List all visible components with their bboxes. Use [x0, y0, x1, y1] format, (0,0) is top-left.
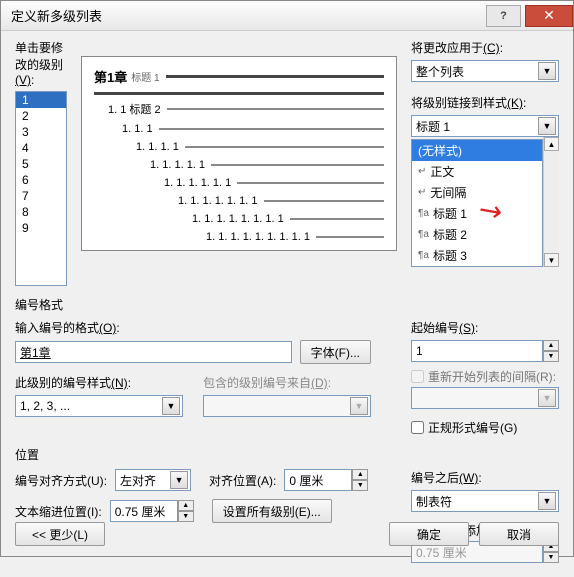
number-format-label: 输入编号的格式(O):	[15, 319, 371, 336]
spin-down-icon[interactable]: ▼	[352, 480, 368, 491]
chevron-down-icon: ▼	[170, 471, 188, 489]
titlebar: 定义新多级列表 ? ✕	[1, 1, 573, 31]
start-at-label: 起始编号(S):	[411, 319, 559, 336]
level-item[interactable]: 2	[16, 108, 66, 124]
style-option[interactable]: (无样式)	[412, 140, 542, 161]
level-item[interactable]: 4	[16, 140, 66, 156]
include-level-label: 包含的级别编号来自(D):	[203, 374, 371, 391]
style-option[interactable]: ¶a标题 2	[412, 224, 542, 245]
legal-format-checkbox[interactable]: 正规形式编号(G)	[411, 419, 559, 436]
scroll-down-icon[interactable]: ▼	[544, 253, 559, 267]
chevron-down-icon: ▼	[538, 117, 556, 135]
apply-to-label: 将更改应用于(C):	[411, 39, 559, 56]
start-at-spinner[interactable]: ▲▼	[411, 340, 559, 362]
paragraph-mark-icon: ¶a	[418, 229, 429, 240]
align-at-spinner[interactable]: ▲▼	[284, 469, 368, 491]
spin-up-icon[interactable]: ▲	[178, 500, 194, 511]
spin-up-icon[interactable]: ▲	[543, 340, 559, 351]
number-style-label: 此级别的编号样式(N):	[15, 374, 183, 391]
align-at-input[interactable]	[284, 469, 352, 491]
start-at-input[interactable]	[411, 340, 543, 362]
chevron-down-icon: ▼	[538, 62, 556, 80]
level-label: 单击要修改的级别(V):	[15, 39, 67, 87]
level-item[interactable]: 6	[16, 172, 66, 188]
follow-label: 编号之后(W):	[411, 469, 559, 486]
less-button[interactable]: << 更少(L)	[15, 522, 105, 546]
number-style-select[interactable]: 1, 2, 3, ...▼	[15, 395, 183, 417]
ok-button[interactable]: 确定	[389, 522, 469, 546]
level-item[interactable]: 1	[16, 92, 66, 108]
style-option[interactable]: ↵无间隔	[412, 182, 542, 203]
paragraph-mark-icon: ¶a	[418, 208, 429, 219]
level-item[interactable]: 7	[16, 188, 66, 204]
spin-down-icon[interactable]: ▼	[178, 511, 194, 522]
include-level-select: ▼	[203, 395, 371, 417]
paragraph-mark-icon: ¶a	[418, 250, 429, 261]
restart-checkbox: 重新开始列表的间隔(R):	[411, 368, 559, 385]
apply-to-select[interactable]: 整个列表▼	[411, 60, 559, 82]
chevron-down-icon: ▼	[162, 397, 180, 415]
style-dropdown-list[interactable]: (无样式) ↵正文 ↵无间隔 ¶a标题 1 ¶a标题 2 ¶a标题 3	[411, 139, 543, 267]
indent-input[interactable]	[110, 500, 178, 522]
scrollbar[interactable]: ▲ ▼	[543, 137, 559, 267]
set-all-levels-button[interactable]: 设置所有级别(E)...	[212, 499, 332, 523]
align-select[interactable]: 左对齐▼	[115, 469, 191, 491]
close-button[interactable]: ✕	[525, 5, 573, 27]
paragraph-icon: ↵	[418, 187, 426, 198]
indent-label: 文本缩进位置(I):	[15, 503, 102, 520]
help-button[interactable]: ?	[486, 5, 521, 27]
link-style-select[interactable]: 标题 1▼	[411, 115, 559, 137]
level-item[interactable]: 5	[16, 156, 66, 172]
indent-spinner[interactable]: ▲▼	[110, 500, 194, 522]
paragraph-icon: ↵	[418, 166, 426, 177]
level-listbox[interactable]: 1 2 3 4 5 6 7 8 9	[15, 91, 67, 286]
chevron-down-icon: ▼	[350, 397, 368, 415]
spin-up-icon[interactable]: ▲	[352, 469, 368, 480]
level-item[interactable]: 8	[16, 204, 66, 220]
link-style-label: 将级别链接到样式(K):	[411, 94, 559, 111]
align-label: 编号对齐方式(U):	[15, 472, 107, 489]
chevron-down-icon: ▼	[538, 389, 556, 407]
number-format-input[interactable]	[15, 341, 292, 363]
style-option[interactable]: ↵正文	[412, 161, 542, 182]
level-item[interactable]: 9	[16, 220, 66, 236]
restart-select: ▼	[411, 387, 559, 409]
follow-select[interactable]: 制表符▼	[411, 490, 559, 512]
number-format-group: 编号格式	[15, 296, 559, 313]
style-option[interactable]: ¶a标题 1	[412, 203, 542, 224]
dialog-title: 定义新多级列表	[11, 6, 486, 25]
preview-pane: 第1章标题 1 1. 1 标题 2 1. 1. 1 1. 1. 1. 1 1. …	[81, 56, 397, 251]
spin-down-icon[interactable]: ▼	[543, 351, 559, 362]
spin-down-icon: ▼	[543, 552, 559, 563]
font-button[interactable]: 字体(F)...	[300, 340, 371, 364]
position-group: 位置	[15, 446, 559, 463]
align-at-label: 对齐位置(A):	[209, 472, 276, 489]
cancel-button[interactable]: 取消	[479, 522, 559, 546]
level-item[interactable]: 3	[16, 124, 66, 140]
scroll-up-icon[interactable]: ▲	[544, 137, 559, 151]
style-option[interactable]: ¶a标题 3	[412, 245, 542, 266]
chevron-down-icon: ▼	[538, 492, 556, 510]
